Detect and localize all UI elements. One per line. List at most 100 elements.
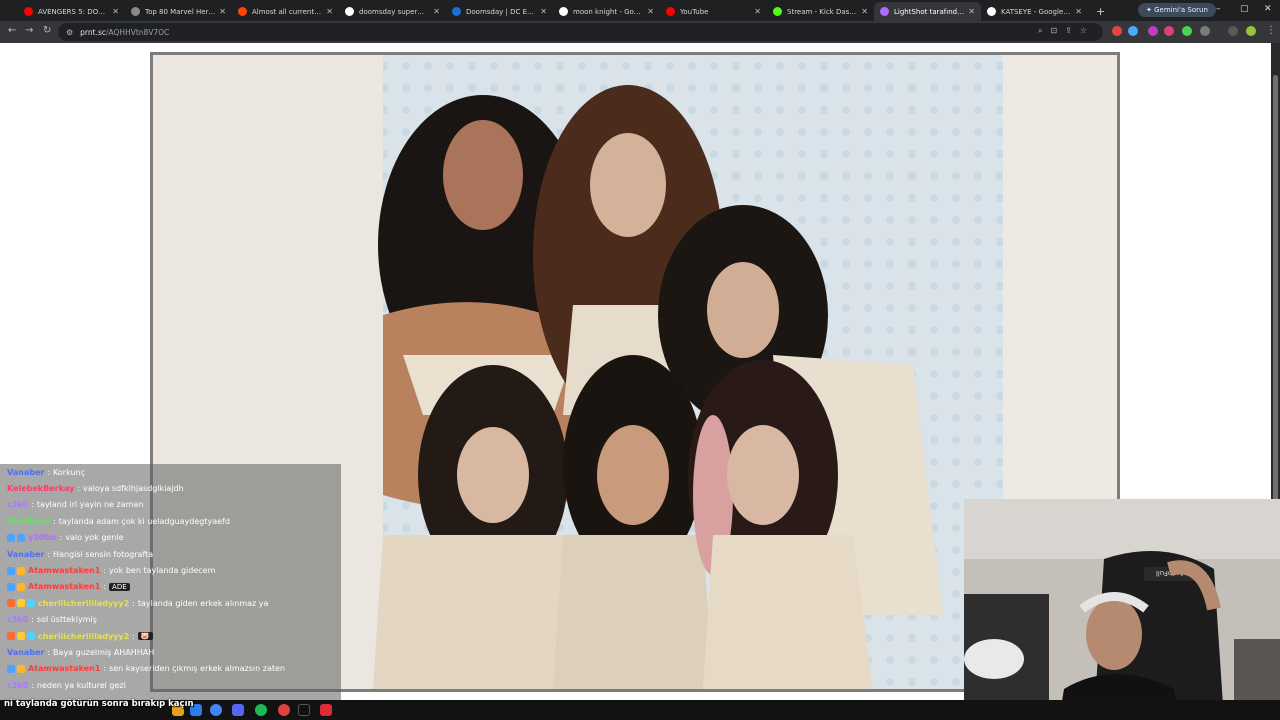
tab-title: YouTube	[680, 7, 709, 16]
chat-username[interactable]: cheriiicheriiiladyyy2	[38, 599, 129, 608]
browser-tab[interactable]: KATSEYE - Google Search ✕	[981, 2, 1088, 21]
chat-username[interactable]: Vanaber	[7, 550, 44, 559]
chat-text: taylanda adam çok ki ueladguaydegtyaefd	[58, 516, 230, 526]
tab-favicon-icon	[452, 7, 461, 16]
forward-icon[interactable]: →	[25, 25, 33, 36]
tab-favicon-icon	[24, 7, 33, 16]
chat-message: cheriiicheriiiladyyy2: taylanda giden erk…	[0, 595, 341, 611]
browser-tab[interactable]: Doomsday | DC Extended ✕	[446, 2, 553, 21]
extensions-puzzle-icon[interactable]	[1200, 26, 1210, 36]
tab-favicon-icon	[131, 7, 140, 16]
chat-badges	[7, 599, 35, 608]
chat-username[interactable]: c3k0	[7, 615, 28, 624]
browser-tab[interactable]: Top 80 Marvel Heroes ✕	[125, 2, 232, 21]
close-window-icon[interactable]: ✕	[1264, 4, 1272, 14]
chat-message: Vanaber: Baya guzelmiş AHAHHAH	[0, 644, 341, 660]
discord-icon[interactable]	[232, 704, 244, 716]
tab-close-icon[interactable]: ✕	[219, 7, 226, 16]
chat-separator: :	[103, 566, 107, 576]
chat-text: Korkunç	[53, 467, 86, 477]
obs-icon[interactable]	[278, 704, 290, 716]
chat-text: taylanda giden erkek alınmaz ya	[137, 598, 269, 608]
tab-close-icon[interactable]: ✕	[647, 7, 654, 16]
chat-message: y30tm: valo yok genle	[0, 530, 341, 546]
zoom-icon[interactable]: ⌕	[1038, 26, 1050, 35]
share-icon[interactable]: ⇪	[1065, 26, 1080, 35]
scrollbar-thumb[interactable]	[1273, 75, 1278, 545]
tab-favicon-icon	[238, 7, 247, 16]
chat-separator: :	[31, 500, 34, 510]
menu-icon[interactable]: ⋮	[1266, 25, 1276, 36]
chat-emote: 🐷	[137, 632, 153, 641]
extension-icon[interactable]	[1128, 26, 1138, 36]
chat-username[interactable]: Atamwastaken1	[28, 566, 100, 575]
spotify-icon[interactable]	[255, 704, 267, 716]
chat-separator: :	[47, 467, 51, 477]
chat-badge-icon	[17, 566, 25, 575]
extension-icon[interactable]	[1148, 26, 1158, 36]
chat-username[interactable]: KelebekBerkay	[7, 484, 74, 493]
chat-text: sen kayseriden çıkmış erkek almazsın zat…	[109, 664, 285, 674]
tab-close-icon[interactable]: ✕	[433, 7, 440, 16]
tab-close-icon[interactable]: ✕	[1075, 7, 1082, 16]
back-icon[interactable]: ←	[8, 25, 16, 36]
chat-username[interactable]: Vanaber	[7, 648, 44, 657]
chat-badges	[7, 566, 25, 575]
chat-badge-icon	[7, 664, 15, 673]
extension-icon[interactable]	[1112, 26, 1122, 36]
chat-username[interactable]: Vanaber	[7, 468, 44, 477]
chat-username[interactable]: c3k0	[7, 681, 28, 690]
chrome-icon[interactable]	[210, 704, 222, 716]
tab-close-icon[interactable]: ✕	[968, 7, 975, 16]
chat-username[interactable]: Atamwastaken1	[28, 664, 100, 673]
install-icon[interactable]: ⊡	[1050, 26, 1065, 35]
extension-icon[interactable]	[1182, 26, 1192, 36]
chat-username[interactable]: Atamwastaken1	[28, 582, 100, 591]
browser-toolbar: ← → ↻ ⚙ prnt.sc/AQHHVtn8V7OC ⌕⊡⇪☆ ⋮	[0, 21, 1280, 43]
tiktok-icon[interactable]	[298, 704, 310, 716]
chat-text: neden ya kulturel gezi	[36, 680, 126, 690]
chat-username[interactable]: c3k0	[7, 500, 28, 509]
screen: AVENGERS 5: DOOMSDAY✕Top 80 Marvel Heroe…	[0, 0, 1280, 720]
bookmark-star-icon[interactable]: ☆	[1080, 26, 1095, 35]
new-tab-button[interactable]: +	[1088, 2, 1113, 21]
tab-close-icon[interactable]: ✕	[540, 7, 547, 16]
chat-badge-icon	[7, 582, 15, 591]
gemini-button[interactable]: ✦ Gemini'a Sorun	[1138, 3, 1216, 17]
address-bar-actions: ⌕⊡⇪☆	[1038, 26, 1095, 36]
tab-search-icon[interactable]	[1228, 26, 1238, 36]
reload-icon[interactable]: ↻	[43, 25, 51, 36]
tab-close-icon[interactable]: ✕	[861, 7, 868, 16]
browser-tab[interactable]: doomsday superman batm✕	[339, 2, 446, 21]
minimize-icon[interactable]: –	[1216, 4, 1221, 14]
chat-username[interactable]: y30tm	[28, 533, 57, 542]
browser-tab[interactable]: Almost all current active h ✕	[232, 2, 339, 21]
chat-username[interactable]: StorBjorn	[7, 517, 50, 526]
tab-close-icon[interactable]: ✕	[326, 7, 333, 16]
tab-favicon-icon	[773, 7, 782, 16]
browser-tab[interactable]: moon knight - Google Sea ✕	[553, 2, 660, 21]
chat-separator: :	[103, 582, 107, 592]
stream-chat-overlay: Vanaber: Korkunç KelebekBerkay: valoya sdfk…	[0, 464, 341, 700]
browser-tab[interactable]: Stream - Kick Dashboard ✕	[767, 2, 874, 21]
chat-message: Atamwastaken1: yok ben taylanda gidecem	[0, 562, 341, 578]
address-bar[interactable]: ⚙ prnt.sc/AQHHVtn8V7OC ⌕⊡⇪☆	[58, 23, 1103, 41]
tab-close-icon[interactable]: ✕	[754, 7, 761, 16]
maximize-icon[interactable]: ▢	[1240, 4, 1249, 14]
webcam-overlay: AutoFull	[964, 499, 1280, 720]
url-path: /AQHHVtn8V7OC	[106, 27, 170, 37]
chat-badge-icon	[7, 599, 15, 608]
profile-avatar[interactable]	[1246, 26, 1256, 36]
chat-message: KelebekBerkay: valoya sdfklhjasdglkiajdh	[0, 480, 341, 496]
url-text[interactable]: prnt.sc/AQHHVtn8V7OC	[80, 28, 169, 37]
browser-tab[interactable]: LightShot tarafından Ekran✕	[874, 2, 981, 21]
app-icon[interactable]	[320, 704, 332, 716]
chat-username[interactable]: cheriiicheriiiladyyy2	[38, 632, 129, 641]
browser-tab[interactable]: AVENGERS 5: DOOMSDAY✕	[18, 2, 125, 21]
site-info-icon[interactable]: ⚙	[66, 28, 73, 37]
chat-badge-icon	[17, 664, 25, 673]
extension-icon[interactable]	[1164, 26, 1174, 36]
tab-close-icon[interactable]: ✕	[112, 7, 119, 16]
browser-tab[interactable]: YouTube ✕	[660, 2, 767, 21]
stream-caption: ni taylanda götürün sonra bırakıp kaçın	[4, 699, 194, 709]
